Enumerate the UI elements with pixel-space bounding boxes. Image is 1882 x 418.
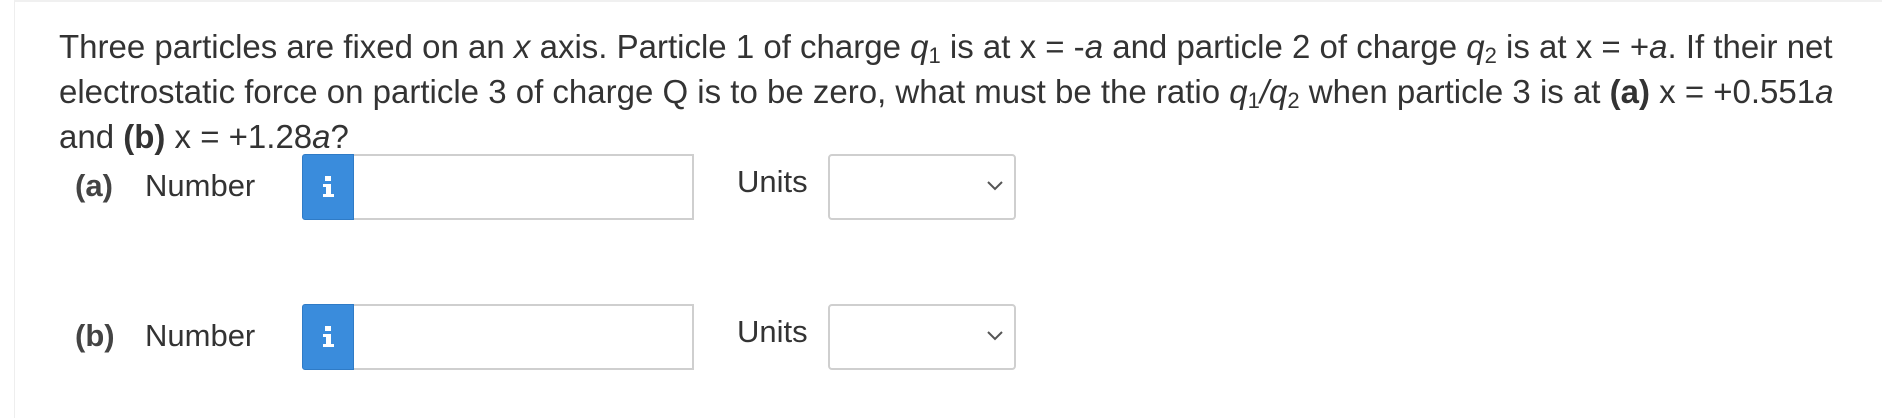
- question-segment: x = +0.551: [1649, 73, 1816, 110]
- number-label: Number: [145, 168, 256, 203]
- question-variable: a: [1084, 28, 1104, 65]
- question-part-marker: (b): [123, 118, 166, 155]
- part-label: (b): [75, 318, 115, 353]
- question-variable: a: [312, 118, 331, 155]
- units-label: Units: [737, 164, 808, 199]
- question-variable: q: [1269, 73, 1288, 110]
- question-part-marker: (a): [1609, 73, 1650, 110]
- number-label: Number: [145, 318, 256, 353]
- units-select[interactable]: [828, 154, 1016, 220]
- question-card: Three particles are fixed on an x axis. …: [14, 0, 1882, 418]
- question-variable: a: [1649, 28, 1668, 65]
- question-variable: x: [513, 28, 531, 65]
- chevron-down-icon: [987, 181, 1003, 191]
- question-segment: x = +1.28: [165, 118, 313, 155]
- number-input[interactable]: [354, 304, 694, 370]
- answer-row-b: (b) Number Units: [15, 304, 1115, 370]
- units-label: Units: [737, 314, 808, 349]
- question-subscript: 1: [1247, 88, 1260, 113]
- question-segment: and: [59, 118, 124, 155]
- question-segment: ?: [330, 118, 349, 155]
- answer-row-a: (a) Number Units: [15, 154, 1115, 220]
- info-button[interactable]: [302, 304, 354, 370]
- question-subscript: 1: [928, 43, 941, 68]
- question-segment: when particle 3 is at: [1299, 73, 1610, 110]
- units-select[interactable]: [828, 304, 1016, 370]
- question-segment: axis. Particle 1 of charge: [530, 28, 911, 65]
- question-variable: q: [1466, 28, 1485, 65]
- question-segment: and particle 2 of charge: [1103, 28, 1467, 65]
- info-button[interactable]: [302, 154, 354, 220]
- part-label: (a): [75, 168, 113, 203]
- question-variable: q: [910, 28, 929, 65]
- question-segment: is at x = -: [940, 28, 1085, 65]
- info-icon: [323, 176, 334, 197]
- question-variable: /: [1259, 73, 1270, 110]
- question-subscript: 2: [1484, 43, 1497, 68]
- number-input[interactable]: [354, 154, 694, 220]
- info-icon: [323, 326, 334, 347]
- question-text: Three particles are fixed on an x axis. …: [59, 24, 1882, 159]
- question-segment: is at x = +: [1496, 28, 1650, 65]
- question-variable: q: [1229, 73, 1248, 110]
- question-variable: a: [1815, 73, 1834, 110]
- chevron-down-icon: [987, 331, 1003, 341]
- question-subscript: 2: [1287, 88, 1300, 113]
- question-segment: Three particles are fixed on an: [59, 28, 514, 65]
